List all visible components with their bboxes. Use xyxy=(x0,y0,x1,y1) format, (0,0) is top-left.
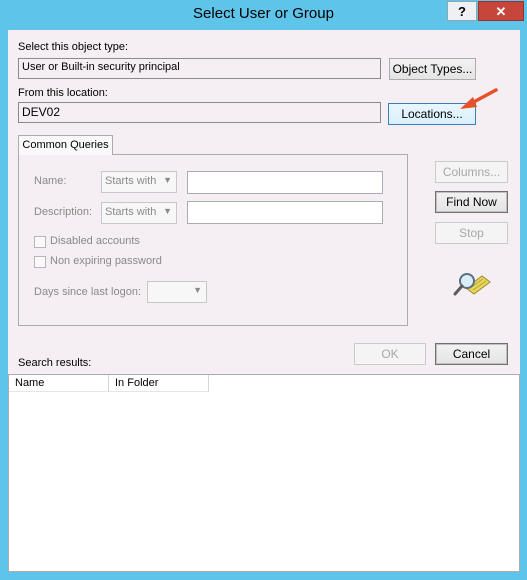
column-header-name[interactable]: Name xyxy=(9,375,109,392)
disabled-accounts-label: Disabled accounts xyxy=(50,235,140,247)
name-input[interactable] xyxy=(187,171,383,194)
location-field: DEV02 xyxy=(18,102,381,123)
name-label: Name: xyxy=(34,175,67,187)
chevron-down-icon: ▼ xyxy=(163,206,172,216)
common-queries-panel: Name: Starts with ▼ Description: Starts … xyxy=(18,154,408,326)
disabled-accounts-checkbox[interactable] xyxy=(34,236,46,248)
location-label: From this location: xyxy=(18,87,108,99)
search-results-label: Search results: xyxy=(18,357,92,369)
ok-button[interactable]: OK xyxy=(354,343,426,365)
non-expiring-password-label: Non expiring password xyxy=(50,255,162,267)
non-expiring-password-checkbox[interactable] xyxy=(34,256,46,268)
name-mode-select[interactable]: Starts with ▼ xyxy=(101,171,177,193)
description-label: Description: xyxy=(34,206,93,218)
stop-button[interactable]: Stop xyxy=(435,222,508,244)
columns-button[interactable]: Columns... xyxy=(435,161,508,183)
days-since-logon-select[interactable]: ▼ xyxy=(147,281,207,303)
search-results-list[interactable]: Name In Folder xyxy=(8,374,520,572)
close-button[interactable]: ✕ xyxy=(478,1,524,21)
object-type-field: User or Built-in security principal xyxy=(18,58,381,79)
description-input[interactable] xyxy=(187,201,383,224)
annotation-arrow-icon xyxy=(460,88,498,109)
chevron-down-icon: ▼ xyxy=(163,175,172,185)
dialog-body: Select this object type: User or Built-i… xyxy=(8,30,520,572)
tab-common-queries[interactable]: Common Queries xyxy=(18,135,113,155)
description-mode-select[interactable]: Starts with ▼ xyxy=(101,202,177,224)
magnifier-directory-icon xyxy=(453,273,491,296)
days-since-logon-label: Days since last logon: xyxy=(34,286,141,298)
object-type-label: Select this object type: xyxy=(18,41,129,53)
column-header-in-folder[interactable]: In Folder xyxy=(109,375,209,392)
title-bar: Select User or Group ? ✕ xyxy=(0,0,527,30)
object-types-button[interactable]: Object Types... xyxy=(389,58,476,80)
find-now-button[interactable]: Find Now xyxy=(435,191,508,213)
name-mode-value: Starts with xyxy=(105,175,157,187)
chevron-down-icon: ▼ xyxy=(193,285,202,295)
cancel-button[interactable]: Cancel xyxy=(435,343,508,365)
description-mode-value: Starts with xyxy=(105,206,157,218)
help-button[interactable]: ? xyxy=(447,1,477,21)
